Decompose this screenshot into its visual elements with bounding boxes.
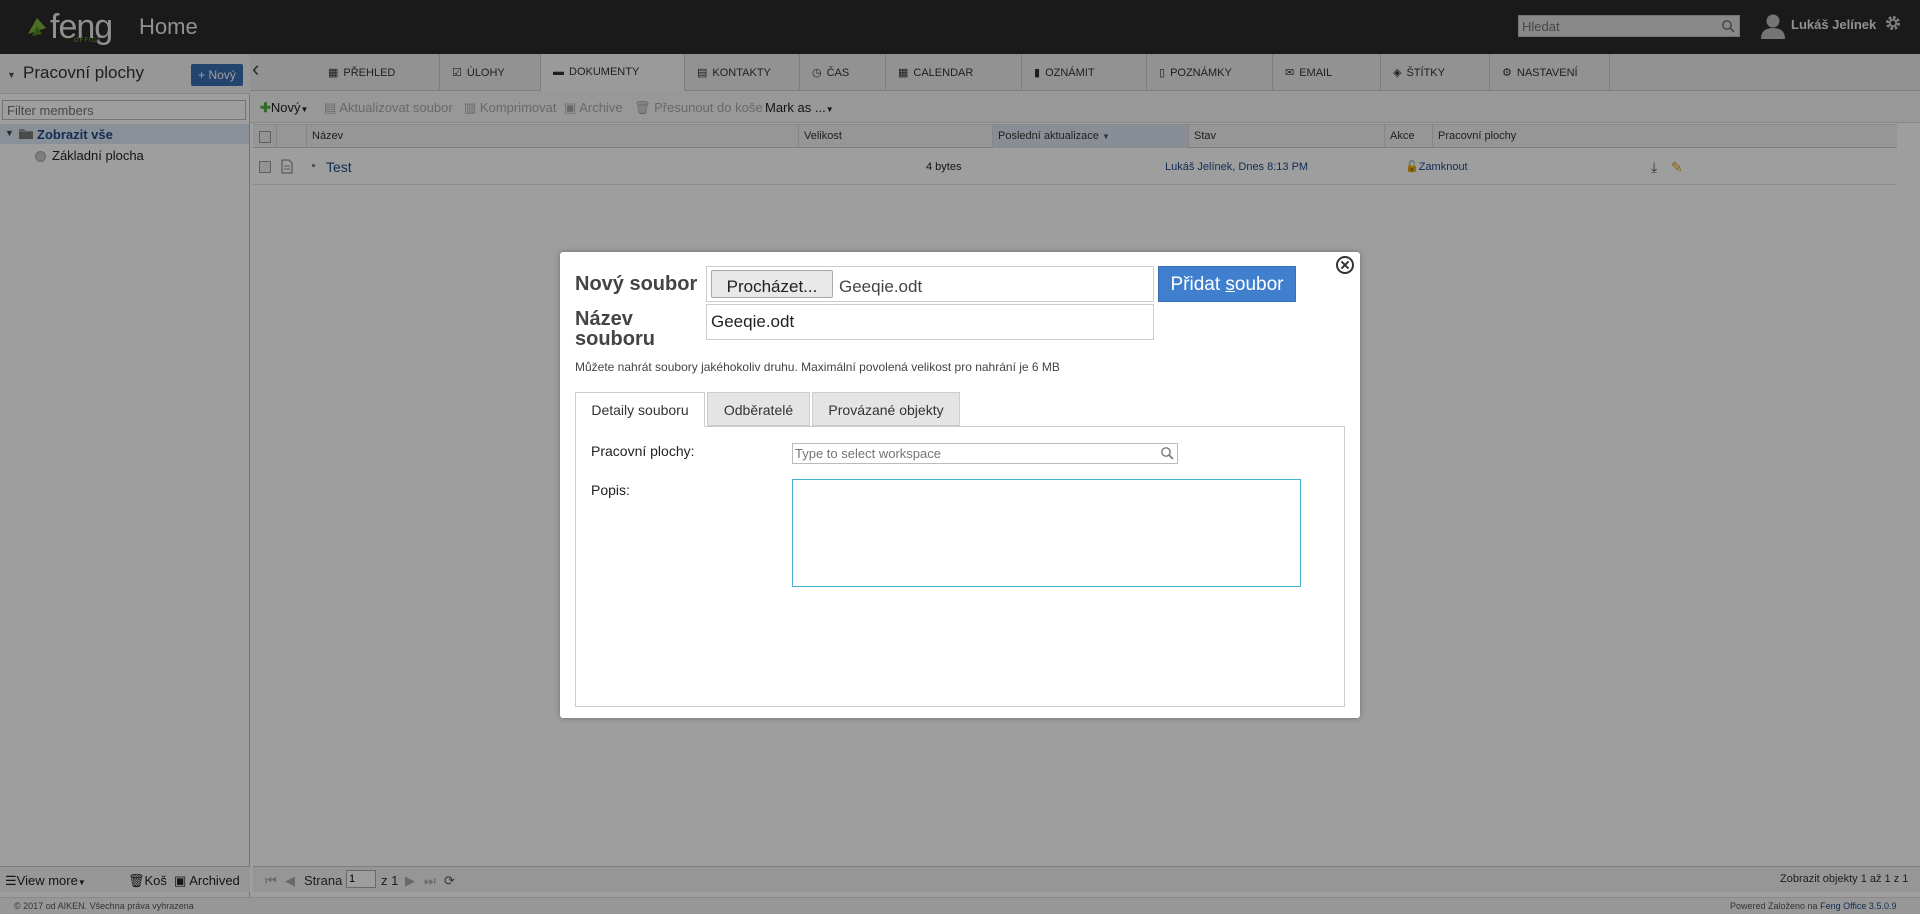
tab-file-details[interactable]: Detaily souboru	[575, 392, 705, 427]
description-label: Popis:	[591, 482, 630, 498]
new-file-label: Nový soubor	[575, 273, 698, 295]
workspace-search-input[interactable]	[793, 444, 1153, 463]
file-name-label: Název souboru	[575, 308, 655, 350]
close-icon[interactable]	[1336, 256, 1354, 274]
file-upload-field[interactable]: Procházet... Geeqie.odt	[706, 266, 1154, 302]
tab-linked-objects[interactable]: Provázané objekty	[812, 392, 960, 426]
workspace-selector[interactable]	[792, 443, 1178, 464]
file-details-panel: Pracovní plochy: Popis:	[575, 426, 1345, 707]
add-file-button[interactable]: Přidat soubor	[1158, 266, 1296, 302]
new-file-dialog: Nový soubor Procházet... Geeqie.odt Přid…	[560, 252, 1360, 718]
browse-button[interactable]: Procházet...	[711, 270, 833, 298]
upload-hint: Můžete nahrát soubory jakéhokoliv druhu.…	[575, 360, 1060, 374]
description-textarea[interactable]	[792, 479, 1301, 587]
file-name-input[interactable]	[706, 304, 1154, 340]
tab-subscribers[interactable]: Odběratelé	[707, 392, 810, 426]
search-icon[interactable]	[1160, 446, 1174, 460]
selected-file-name: Geeqie.odt	[839, 277, 923, 296]
workspaces-label: Pracovní plochy:	[591, 443, 695, 459]
